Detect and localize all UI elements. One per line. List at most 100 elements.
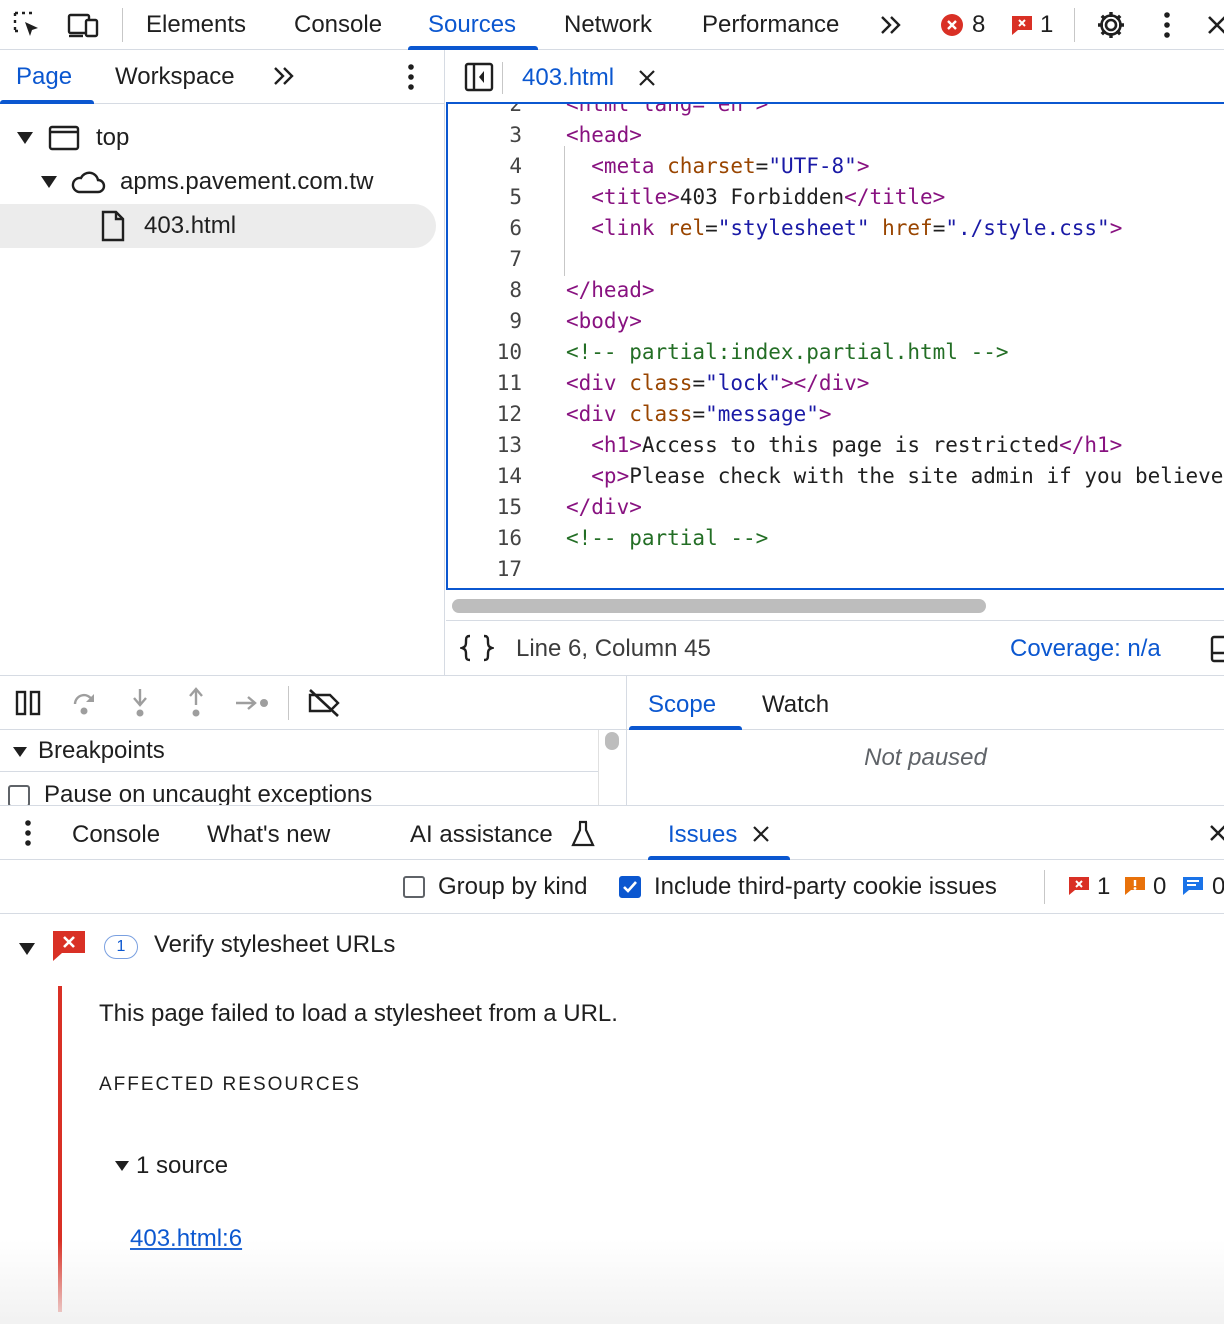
line-number[interactable]: 15 bbox=[448, 492, 522, 523]
line-number[interactable]: 16 bbox=[448, 523, 522, 554]
tree-item-top[interactable]: top bbox=[0, 116, 440, 160]
code-token: Please check with the site admin if you … bbox=[629, 464, 1224, 488]
horizontal-scrollbar[interactable] bbox=[452, 599, 986, 613]
error-count-icon[interactable] bbox=[940, 13, 964, 37]
expand-triangle-icon[interactable] bbox=[16, 131, 34, 145]
pause-uncaught-row[interactable]: Pause on uncaught exceptions bbox=[0, 773, 598, 806]
editor-file-tab[interactable]: 403.html bbox=[522, 50, 614, 104]
line-number[interactable]: 6 bbox=[448, 213, 522, 244]
tree-item-file[interactable]: 403.html bbox=[0, 204, 436, 248]
line-number[interactable]: 11 bbox=[448, 368, 522, 399]
issue-count[interactable]: 1 bbox=[1040, 0, 1053, 50]
line-number[interactable]: 14 bbox=[448, 461, 522, 492]
inspect-element-icon[interactable] bbox=[10, 8, 44, 42]
navigator-menu-icon[interactable] bbox=[406, 63, 416, 91]
warning-issue-count: 0 bbox=[1153, 873, 1167, 900]
expand-triangle-icon[interactable] bbox=[18, 942, 36, 956]
issue-header[interactable]: 1 Verify stylesheet URLs bbox=[0, 922, 1224, 970]
tab-performance[interactable]: Performance bbox=[702, 0, 839, 50]
code-token: </head> bbox=[566, 278, 655, 302]
code-editor[interactable]: 2 <html lang="en"> 3 <head> 4 <meta charset=… bbox=[446, 104, 1224, 590]
code-token: <h1> bbox=[566, 433, 642, 457]
deactivate-breakpoints-icon[interactable] bbox=[306, 688, 342, 718]
more-options-icon[interactable] bbox=[1150, 8, 1184, 42]
code-token: = bbox=[705, 216, 718, 240]
code-token: = bbox=[932, 216, 946, 240]
drawer-tab-console[interactable]: Console bbox=[72, 806, 160, 861]
close-tab-icon[interactable] bbox=[638, 69, 656, 87]
step-icon[interactable] bbox=[234, 690, 272, 716]
more-navigator-tabs-chevron-icon[interactable] bbox=[270, 62, 298, 90]
warning-issue-icon bbox=[1124, 876, 1146, 896]
toolbar-divider bbox=[1044, 870, 1045, 904]
line-number[interactable]: 17 bbox=[448, 554, 522, 585]
code-text: <!-- partial --> bbox=[566, 523, 768, 554]
line-number[interactable]: 3 bbox=[448, 120, 522, 151]
tab-network[interactable]: Network bbox=[564, 0, 652, 50]
drawer-tab-ai-assistance[interactable]: AI assistance bbox=[410, 806, 553, 861]
pause-icon[interactable] bbox=[14, 689, 42, 717]
line-number[interactable]: 8 bbox=[448, 275, 522, 306]
pause-uncaught-checkbox[interactable] bbox=[8, 785, 30, 806]
tab-console[interactable]: Console bbox=[294, 0, 382, 50]
more-tabs-chevron-icon[interactable] bbox=[874, 8, 908, 42]
code-token: > bbox=[856, 154, 870, 178]
drawer-menu-icon[interactable] bbox=[23, 819, 33, 847]
toggle-navigator-icon[interactable] bbox=[464, 62, 494, 92]
error-count[interactable]: 8 bbox=[972, 0, 985, 50]
line-number[interactable]: 13 bbox=[448, 430, 522, 461]
collapse-triangle-icon[interactable] bbox=[12, 746, 28, 758]
vertical-scrollbar[interactable] bbox=[598, 730, 626, 806]
tab-elements[interactable]: Elements bbox=[146, 0, 246, 50]
code-line: 16 <!-- partial --> bbox=[448, 523, 1224, 554]
pretty-print-braces-icon[interactable] bbox=[460, 633, 494, 663]
device-toolbar-icon[interactable] bbox=[66, 8, 100, 42]
issue-count-icon[interactable] bbox=[1010, 14, 1034, 36]
line-number[interactable]: 4 bbox=[448, 151, 522, 182]
close-devtools-icon[interactable] bbox=[1200, 8, 1224, 42]
code-token: <meta bbox=[566, 154, 668, 178]
tab-watch[interactable]: Watch bbox=[762, 676, 829, 730]
code-token: <body> bbox=[566, 309, 642, 333]
third-party-checkbox[interactable] bbox=[619, 876, 641, 898]
drawer-tab-issues[interactable]: Issues bbox=[668, 806, 737, 861]
close-issues-tab-icon[interactable] bbox=[752, 825, 770, 843]
line-number[interactable]: 12 bbox=[448, 399, 522, 430]
cursor-position: Line 6, Column 45 bbox=[516, 635, 711, 662]
issue-title: Verify stylesheet URLs bbox=[154, 931, 396, 958]
step-into-icon[interactable] bbox=[126, 687, 154, 719]
drawer-tab-whats-new[interactable]: What's new bbox=[207, 806, 330, 861]
line-number[interactable]: 10 bbox=[448, 337, 522, 368]
line-number[interactable]: 9 bbox=[448, 306, 522, 337]
code-text: </body> bbox=[566, 585, 655, 588]
step-out-icon[interactable] bbox=[182, 687, 210, 719]
tree-item-domain[interactable]: apms.pavement.com.tw bbox=[0, 160, 440, 204]
scrollbar-thumb[interactable] bbox=[605, 732, 619, 750]
tab-workspace[interactable]: Workspace bbox=[115, 50, 235, 104]
tab-page[interactable]: Page bbox=[16, 50, 72, 104]
breakpoints-section-header[interactable]: Breakpoints bbox=[0, 730, 598, 772]
line-number[interactable]: 2 bbox=[448, 104, 522, 120]
affected-source-link[interactable]: 403.html:6 bbox=[130, 1225, 242, 1253]
code-token: class bbox=[629, 402, 693, 426]
line-number[interactable]: 7 bbox=[448, 244, 522, 275]
line-number[interactable]: 5 bbox=[448, 182, 522, 213]
code-line: 17 bbox=[448, 554, 1224, 585]
expand-triangle-icon[interactable] bbox=[40, 175, 58, 189]
editor-panel: 403.html 2 <html lang="en"> 3 <head> 4 <meta… bbox=[446, 50, 1224, 675]
editor-tabbar: 403.html bbox=[446, 50, 1224, 104]
third-party-label: Include third-party cookie issues bbox=[654, 873, 997, 900]
close-drawer-icon[interactable] bbox=[1208, 823, 1224, 845]
group-by-kind-checkbox[interactable] bbox=[403, 876, 425, 898]
issue-severity-bar bbox=[58, 986, 62, 1312]
line-number[interactable]: 18 bbox=[448, 585, 522, 588]
settings-gear-icon[interactable] bbox=[1094, 8, 1128, 42]
expand-triangle-icon[interactable] bbox=[114, 1160, 130, 1172]
show-coverage-icon[interactable] bbox=[1210, 635, 1224, 663]
tab-scope[interactable]: Scope bbox=[648, 676, 716, 730]
flask-icon bbox=[570, 820, 596, 848]
tab-sources[interactable]: Sources bbox=[407, 0, 539, 50]
step-over-icon[interactable] bbox=[70, 689, 98, 717]
coverage-link[interactable]: Coverage: n/a bbox=[1010, 621, 1161, 676]
error-issue-count: 1 bbox=[1097, 873, 1111, 900]
